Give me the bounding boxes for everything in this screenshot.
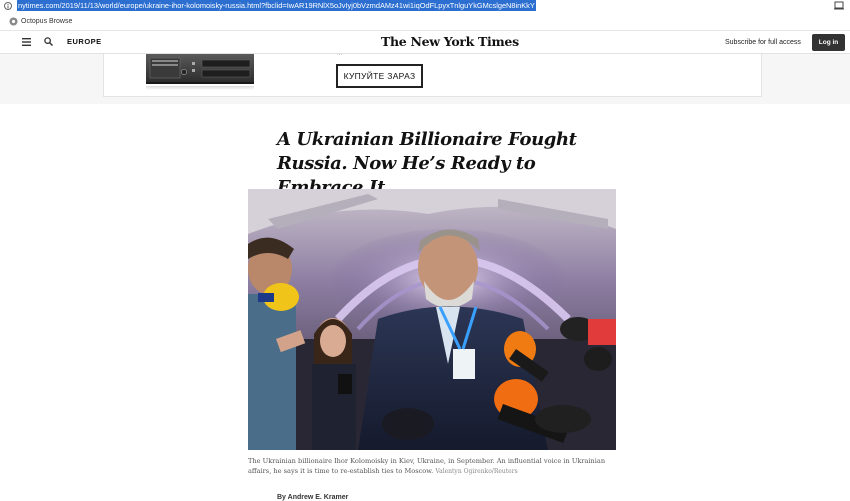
caption-text: The Ukrainian billionaire Ihor Kolomoisk… <box>248 457 606 475</box>
hamburger-menu-icon[interactable] <box>22 38 31 46</box>
search-icon[interactable] <box>44 37 53 46</box>
photo-credit: Valentyn Ogirenko/Reuters <box>435 468 518 475</box>
page-info-icon[interactable] <box>3 1 13 11</box>
byline: By Andrew E. Kramer <box>277 494 349 501</box>
ad-band: ... КУПУЙТЕ ЗАРАЗ <box>0 51 850 104</box>
address-bar[interactable]: nytimes.com/2019/11/13/world/europe/ukra… <box>0 0 850 12</box>
site-header: EUROPE The New York Times Subscribe for … <box>0 31 850 54</box>
badge-shape <box>453 349 475 379</box>
ad-text-fragment: ... <box>337 51 343 57</box>
octopus-icon <box>9 17 18 26</box>
ad-buy-now-button[interactable]: КУПУЙТЕ ЗАРАЗ <box>336 64 423 88</box>
photo-caption: The Ukrainian billionaire Ihor Kolomoisk… <box>248 456 616 477</box>
desktop-computer-image <box>146 54 254 84</box>
ad-container[interactable]: ... КУПУЙТЕ ЗАРАЗ <box>103 51 762 97</box>
nyt-logo[interactable]: The New York Times <box>381 34 519 49</box>
reader-mode-icon[interactable] <box>834 1 844 10</box>
subscribe-link[interactable]: Subscribe for full access <box>725 39 801 46</box>
section-label[interactable]: EUROPE <box>67 37 102 46</box>
product-shadow <box>146 86 254 90</box>
url-text[interactable]: nytimes.com/2019/11/13/world/europe/ukra… <box>17 0 536 11</box>
article-photo[interactable] <box>248 189 616 450</box>
press-scrum-photo <box>248 189 616 450</box>
phone-shape <box>338 374 352 394</box>
bookmark-octopus-browse[interactable]: Octopus Browse <box>21 16 72 27</box>
bookmarks-bar: Octopus Browse <box>0 13 850 31</box>
login-button[interactable]: Log in <box>812 34 845 51</box>
